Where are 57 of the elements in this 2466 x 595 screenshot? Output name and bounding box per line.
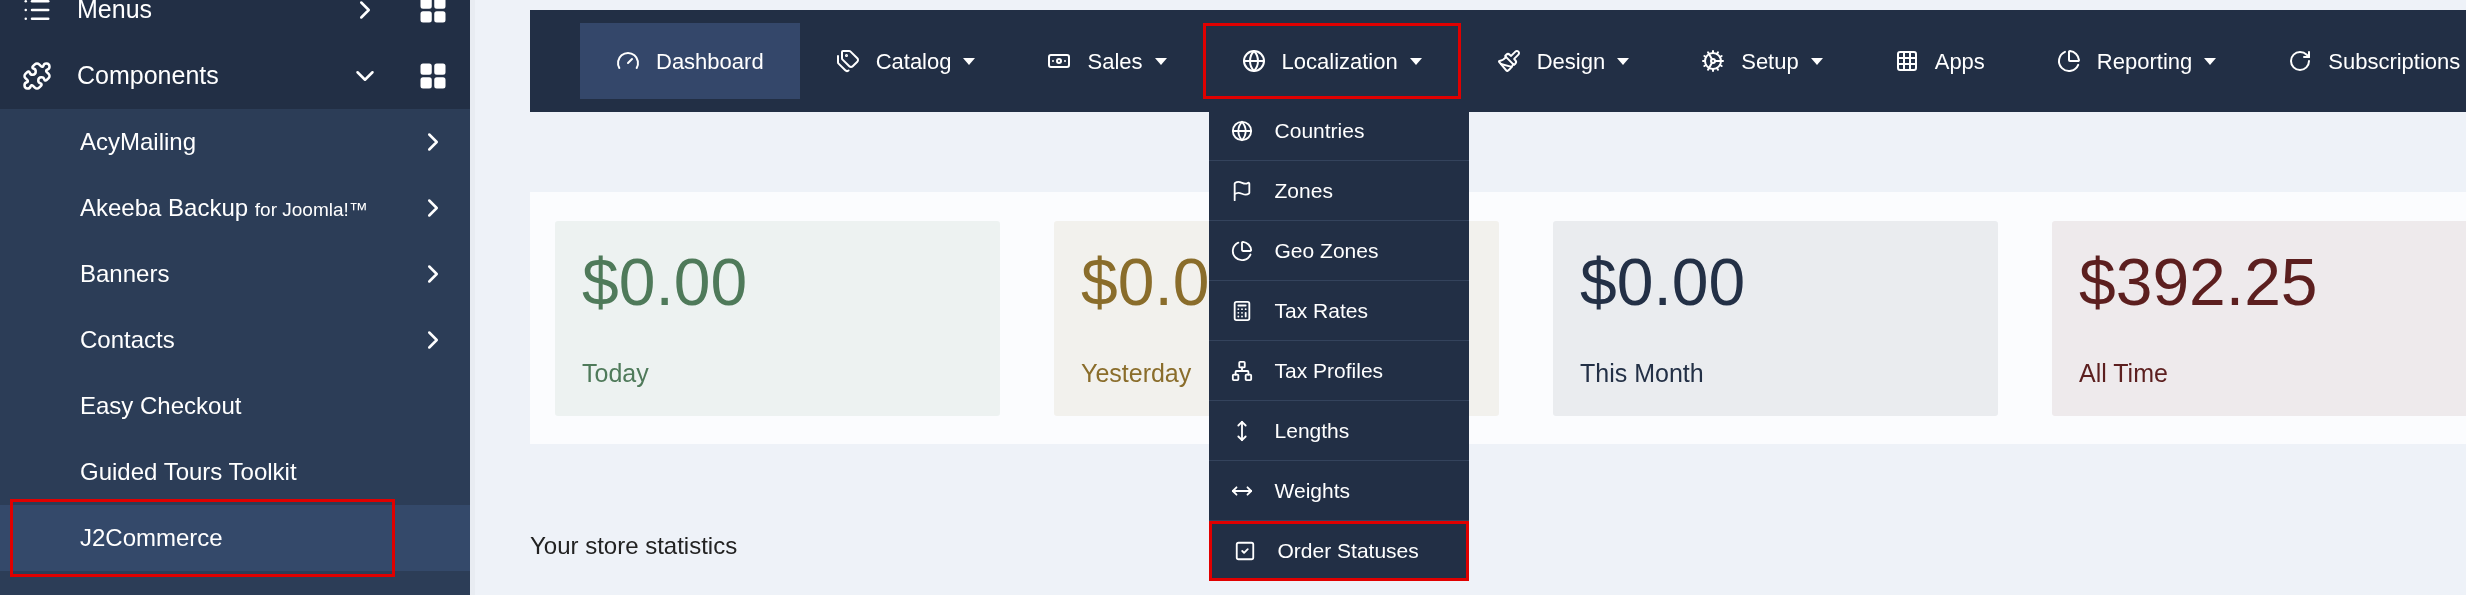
sitemap-icon [1230,359,1253,382]
submenu-label: Contacts [80,326,175,353]
stat-label: Today [582,357,649,389]
caret-icon [963,57,976,65]
nav-menu-item[interactable]: Subscriptions [2252,23,2466,99]
caret-icon [1154,57,1167,65]
submenu-label: Akeeba Backup for Joomla!™ [80,194,368,221]
sidebar-submenu-item[interactable]: J2Commerce [0,505,470,571]
nav-menu-item[interactable]: Sales [1011,23,1203,99]
sidebar-menu-item[interactable]: Components [0,43,470,109]
sidebar-submenu-item[interactable]: Contacts [0,307,470,373]
submenu-label: J2Commerce [80,524,223,551]
submenu-label: Easy Checkout [80,392,242,419]
dropdown-item[interactable]: Weights [1208,461,1469,521]
nav-menu-item[interactable]: Reporting [2020,23,2253,99]
stat-label: All Time [2079,357,2168,389]
dropdown-item[interactable]: Order Statuses [1208,521,1469,581]
stat-amount: $392.25 [2079,248,2318,315]
stat-amount: $0.00 [1580,248,1746,315]
tags-icon [835,49,860,73]
dashboard-grid-icon[interactable] [418,0,448,25]
submenu-label: AcyMailing [80,128,197,155]
stat-amount: $0.00 [582,248,748,315]
checkbox-icon [1233,540,1256,562]
puzzle-icon [22,61,52,91]
sidebar-submenu-item[interactable]: Akeeba Backup for Joomla!™ [0,175,470,241]
paintbrush-icon [1496,49,1521,73]
submenu-label: Banners [80,260,170,287]
sidebar-submenu-item[interactable]: AcyMailing [0,109,470,175]
globe-icon [1230,119,1253,142]
sidebar-submenu-item[interactable]: Easy Checkout [0,373,470,439]
stat-amount: $0.0 [1081,248,1210,315]
submenu-label: Guided Tours Toolkit [80,458,297,485]
caret-icon [2204,57,2217,65]
nav-menu-item[interactable]: Design [1460,23,1666,99]
pie-chart-icon [1230,239,1253,262]
pie-chart-icon [2056,49,2081,73]
caret-icon [1617,57,1630,65]
nav-menu-item[interactable]: Apps [1858,23,2021,99]
sidebar-menu-item[interactable]: Menus [0,0,470,43]
refresh-icon [2288,49,2313,73]
sidebar-submenu-item[interactable]: Banners [0,241,470,307]
caret-icon [1409,57,1422,65]
nav-menu-item[interactable]: Setup [1665,23,1859,99]
nav-menu-item[interactable]: Dashboard [580,23,800,99]
caret-icon [1810,57,1823,65]
dropdown-item[interactable]: Countries [1208,101,1469,161]
sidebar-submenu-item[interactable]: Guided Tours Toolkit [0,439,470,505]
section-title: Your store statistics [530,531,738,561]
nav-menu-item[interactable]: Catalog [799,23,1012,99]
grid-icon [1894,49,1919,73]
globe-icon [1241,49,1266,73]
dashboard-grid-icon[interactable] [418,61,448,91]
stat-label: Yesterday [1081,357,1192,389]
nav-menu-item[interactable]: Localization [1202,23,1461,99]
stat-label: This Month [1580,357,1704,389]
cogs-icon [1701,49,1726,73]
